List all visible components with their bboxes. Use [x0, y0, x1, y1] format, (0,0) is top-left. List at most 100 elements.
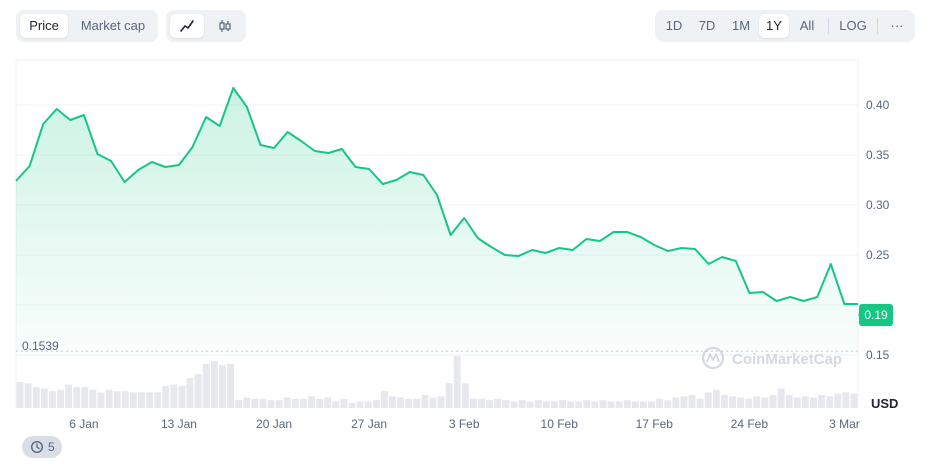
- volume-bar: [259, 398, 267, 408]
- volume-bar: [340, 398, 348, 408]
- volume-bar: [469, 398, 477, 408]
- x-tick-label: 3 Mar: [829, 417, 860, 431]
- volume-bar: [73, 387, 81, 408]
- volume-bar: [429, 397, 437, 408]
- volume-bar: [834, 393, 842, 408]
- x-tick-label: 20 Jan: [256, 417, 292, 431]
- volume-bar: [121, 391, 129, 408]
- volume-bar: [397, 397, 405, 408]
- volume-bar: [818, 395, 826, 408]
- volume-bar: [550, 401, 558, 408]
- volume-bar: [154, 392, 162, 408]
- volume-bar: [842, 392, 850, 408]
- volume-bar: [445, 383, 453, 408]
- x-tick-label: 3 Feb: [449, 417, 480, 431]
- volume-bar: [599, 400, 607, 408]
- volume-bar: [712, 389, 720, 408]
- volume-bar: [729, 396, 736, 408]
- volume-bar: [461, 383, 469, 408]
- volume-bar: [243, 397, 251, 408]
- volume-bar: [65, 384, 73, 408]
- volume-bar: [235, 400, 243, 408]
- volume-bar: [81, 387, 89, 408]
- volume-bar: [162, 385, 170, 408]
- y-tick-label: 0.15: [866, 348, 890, 362]
- y-tick-label: 0.40: [866, 98, 890, 112]
- volume-bar: [332, 401, 340, 408]
- volume-bar: [810, 397, 817, 408]
- volume-bar: [356, 401, 364, 408]
- volume-bar: [170, 384, 178, 408]
- x-tick-label: 6 Jan: [69, 417, 98, 431]
- volume-bar: [575, 401, 583, 408]
- volume-bar: [348, 402, 356, 408]
- volume-bar: [299, 398, 307, 408]
- x-tick-label: 17 Feb: [636, 417, 674, 431]
- history-icon: [30, 440, 44, 454]
- volume-bar: [372, 400, 380, 408]
- history-badge[interactable]: 5: [22, 436, 62, 458]
- volume-bar: [24, 383, 32, 408]
- volume-bar: [16, 382, 24, 408]
- volume-bar: [389, 396, 396, 408]
- volume-bar: [502, 400, 510, 408]
- volume-bar: [275, 400, 283, 408]
- volume-bar: [510, 401, 518, 408]
- watermark-text: CoinMarketCap: [732, 351, 842, 368]
- price-chart: CoinMarketCap 0.1539 0.15 0.25 0.30 0.35 0.4…: [15, 59, 898, 431]
- volume-bar: [478, 398, 485, 408]
- volume-bar: [720, 395, 728, 408]
- volume-bar: [688, 395, 696, 408]
- volume-bar: [640, 401, 647, 408]
- volume-bar: [324, 397, 332, 408]
- volume-bar: [793, 397, 801, 408]
- x-tick-label: 10 Feb: [541, 417, 579, 431]
- y-tick-label: 0.35: [866, 148, 890, 162]
- volume-bar: [219, 365, 226, 408]
- volume-bar: [105, 389, 113, 408]
- volume-bar: [89, 389, 97, 408]
- volume-bar: [308, 396, 315, 408]
- history-count: 5: [48, 440, 55, 454]
- volume-bar: [413, 398, 421, 408]
- volume-bar: [437, 396, 445, 408]
- volume-bar: [672, 397, 680, 408]
- y-tick-label: 0.25: [866, 248, 890, 262]
- volume-bar: [129, 392, 137, 408]
- volume-bar: [753, 396, 761, 408]
- volume-bar: [696, 398, 704, 408]
- volume-bar: [769, 395, 777, 408]
- volume-bar: [583, 400, 591, 408]
- volume-bar: [518, 400, 526, 408]
- volume-bar: [48, 391, 56, 408]
- y-tick-label: 0.30: [866, 198, 890, 212]
- volume-bar: [623, 400, 631, 408]
- volume-bar: [138, 392, 145, 408]
- volume-bar: [291, 398, 299, 408]
- volume-bar: [534, 400, 542, 408]
- volume-bar: [113, 391, 121, 408]
- volume-bar: [146, 392, 154, 408]
- volume-bar: [57, 389, 64, 408]
- volume-bar: [210, 361, 218, 408]
- volume-bar: [664, 400, 672, 408]
- price-area: [16, 88, 858, 355]
- volume-bar: [542, 401, 550, 408]
- volume-bar: [567, 401, 575, 408]
- volume-bar: [526, 401, 534, 408]
- volume-bar: [186, 378, 194, 408]
- volume-bar: [178, 385, 186, 408]
- volume-bar: [591, 401, 599, 408]
- volume-bar: [227, 363, 234, 408]
- volume-bar: [251, 398, 259, 408]
- volume-bar: [761, 397, 769, 408]
- volume-bar: [656, 398, 664, 408]
- volume-bar: [850, 393, 858, 408]
- currency-label: USD: [871, 396, 898, 411]
- volume-bar: [267, 400, 275, 408]
- volume-bar: [801, 396, 809, 408]
- volume-bar: [97, 392, 105, 408]
- current-price-text: 0.19: [864, 308, 888, 322]
- volume-bar: [607, 401, 615, 408]
- volume-bar: [32, 387, 40, 408]
